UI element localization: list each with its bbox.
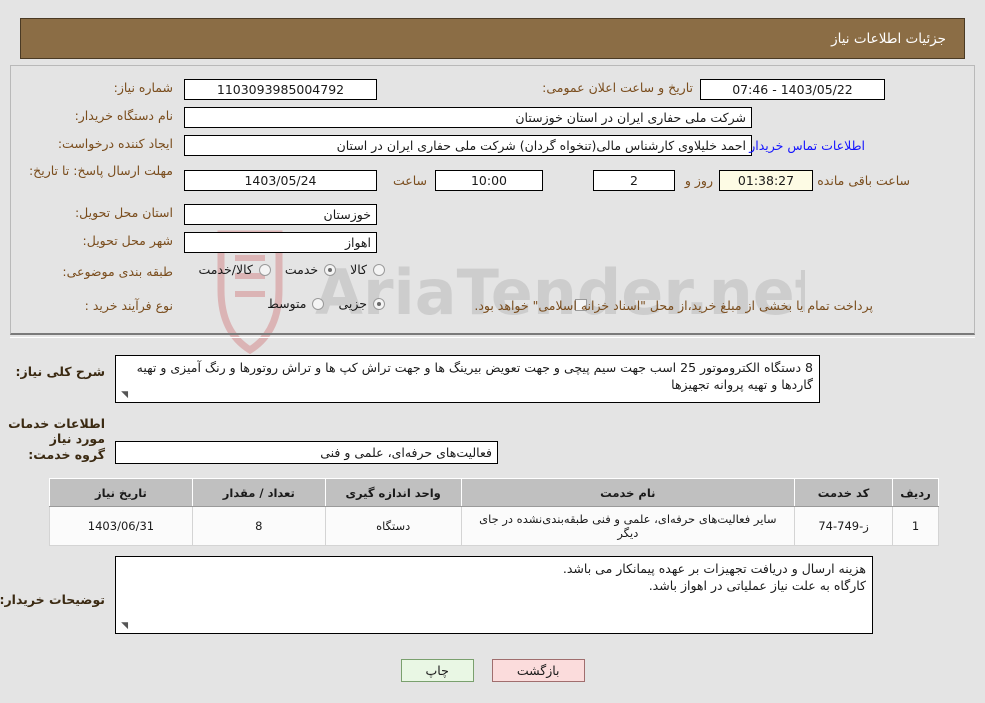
- back-button[interactable]: بازگشت: [491, 659, 585, 682]
- radio-process-0[interactable]: [373, 297, 385, 310]
- deadline-label: مهلت ارسال پاسخ: تا تاریخ:: [28, 163, 173, 178]
- remaining-label: ساعت باقی مانده: [817, 173, 910, 188]
- radio-category-2-label: کالا/خدمت: [198, 262, 253, 277]
- need-number-value: 1103093985004792: [184, 79, 377, 100]
- radio-process-0-label: جزیی: [338, 296, 367, 311]
- days-remaining-value: 2: [593, 170, 675, 191]
- action-button-bar: بازگشت چاپ: [0, 659, 985, 682]
- creator-label: ایجاد کننده درخواست:: [57, 136, 173, 151]
- resize-grip-icon[interactable]: ◥: [118, 622, 128, 632]
- radio-process-1[interactable]: [312, 297, 325, 310]
- th-service-code: کد خدمت: [794, 478, 894, 507]
- service-group-label: گروه خدمت:: [28, 447, 105, 462]
- radio-category-2[interactable]: [258, 263, 271, 276]
- print-button[interactable]: چاپ: [400, 659, 474, 682]
- category-radio-group: کالا خدمت کالا/خدمت: [184, 262, 385, 277]
- cell-service-code: ز-749-74: [794, 506, 894, 546]
- category-label-row: طبقه بندی موضوعی:: [62, 264, 173, 279]
- process-radio-group: جزیی متوسط: [253, 296, 385, 311]
- table-header-row: ردیف کد خدمت نام خدمت واحد اندازه گیری ت…: [49, 478, 939, 507]
- buyer-notes-textarea[interactable]: هزینه ارسال و دریافت تجهیزات بر عهده پیم…: [115, 556, 873, 634]
- resize-grip-icon[interactable]: ◥: [118, 391, 128, 401]
- announce-label: تاریخ و ساعت اعلان عمومی:: [542, 80, 693, 95]
- province-value: خوزستان: [184, 204, 377, 225]
- cell-service-name: سایر فعالیت‌های حرفه‌ای، علمی و فنی طبقه…: [460, 506, 796, 546]
- radio-category-0-label: کالا: [350, 262, 367, 277]
- service-group-value: فعالیت‌های حرفه‌ای، علمی و فنی: [115, 441, 498, 464]
- th-service-name: نام خدمت: [460, 478, 796, 507]
- services-table: ردیف کد خدمت نام خدمت واحد اندازه گیری ت…: [49, 478, 939, 546]
- details-panel: [10, 65, 975, 335]
- deadline-date-value: 1403/05/24: [184, 170, 377, 191]
- category-label: طبقه بندی موضوعی:: [62, 264, 173, 279]
- cell-unit: دستگاه: [324, 506, 462, 546]
- cell-need-date: 1403/06/31: [49, 506, 193, 546]
- announce-label-row: تاریخ و ساعت اعلان عمومی:: [542, 80, 693, 95]
- treasury-note: پرداخت تمام یا بخشی از مبلغ خرید،از محل …: [474, 298, 873, 313]
- th-unit: واحد اندازه گیری: [324, 478, 462, 507]
- buyer-contact-link[interactable]: اطلاعات تماس خریدار: [749, 138, 865, 153]
- buyer-notes-line1: هزینه ارسال و دریافت تجهیزات بر عهده پیم…: [562, 561, 866, 576]
- description-textarea[interactable]: 8 دستگاه الکتروموتور 25 اسب جهت سیم پیچی…: [115, 355, 820, 403]
- province-label-row: استان محل تحویل:: [75, 205, 173, 220]
- city-value: اهواز: [184, 232, 377, 253]
- countdown-value: 01:38:27: [719, 170, 813, 191]
- buyer-org-label: نام دستگاه خریدار:: [74, 108, 173, 123]
- cell-quantity: 8: [191, 506, 326, 546]
- description-label: شرح کلی نیاز:: [15, 364, 105, 379]
- radio-category-1-label: خدمت: [284, 262, 319, 277]
- th-row-no: ردیف: [892, 478, 939, 507]
- description-text: 8 دستگاه الکتروموتور 25 اسب جهت سیم پیچی…: [136, 360, 813, 392]
- deadline-label-row: مهلت ارسال پاسخ: تا تاریخ:: [23, 163, 173, 178]
- deadline-time-value: 10:00: [435, 170, 543, 191]
- th-quantity: تعداد / مقدار: [191, 478, 326, 507]
- creator-label-row: ایجاد کننده درخواست:: [58, 136, 173, 151]
- buyer-org-label-row: نام دستگاه خریدار:: [75, 108, 173, 123]
- need-number-label-row: شماره نیاز:: [114, 80, 173, 95]
- radio-process-1-label: متوسط: [267, 296, 307, 311]
- province-label: استان محل تحویل:: [74, 205, 173, 220]
- buyer-notes-label: توضیحات خریدار:: [0, 592, 105, 607]
- city-label-row: شهر محل تحویل:: [83, 233, 173, 248]
- days-label: روز و: [684, 173, 713, 188]
- process-label: نوع فرآیند خرید :: [84, 298, 173, 313]
- services-section-heading: اطلاعات خدمات مورد نیاز: [8, 416, 105, 446]
- process-label-row: نوع فرآیند خرید :: [85, 298, 173, 313]
- announce-value: 1403/05/22 - 07:46: [700, 79, 885, 100]
- creator-value: احمد خلیلاوی کارشناس مالی(تنخواه گردان) …: [184, 135, 752, 156]
- page-root: جزئیات اطلاعات نیاز AriaTender.net شماره…: [0, 0, 985, 703]
- table-row: 1 ز-749-74 سایر فعالیت‌های حرفه‌ای، علمی…: [49, 506, 939, 546]
- page-header: جزئیات اطلاعات نیاز: [20, 18, 965, 59]
- buyer-notes-line2: کارگاه به علت نیاز عملیاتی در اهواز باشد…: [648, 578, 866, 593]
- radio-category-0[interactable]: [373, 263, 385, 276]
- page-title: جزئیات اطلاعات نیاز: [831, 30, 946, 47]
- need-number-label: شماره نیاز:: [113, 80, 173, 95]
- city-label: شهر محل تحویل:: [82, 233, 173, 248]
- radio-category-1[interactable]: [324, 263, 337, 276]
- th-need-date: تاریخ نیاز: [49, 478, 193, 507]
- buyer-org-value: شرکت ملی حفاری ایران در استان خوزستان: [184, 107, 752, 128]
- cell-row-no: 1: [892, 506, 939, 546]
- hour-label: ساعت: [392, 173, 427, 188]
